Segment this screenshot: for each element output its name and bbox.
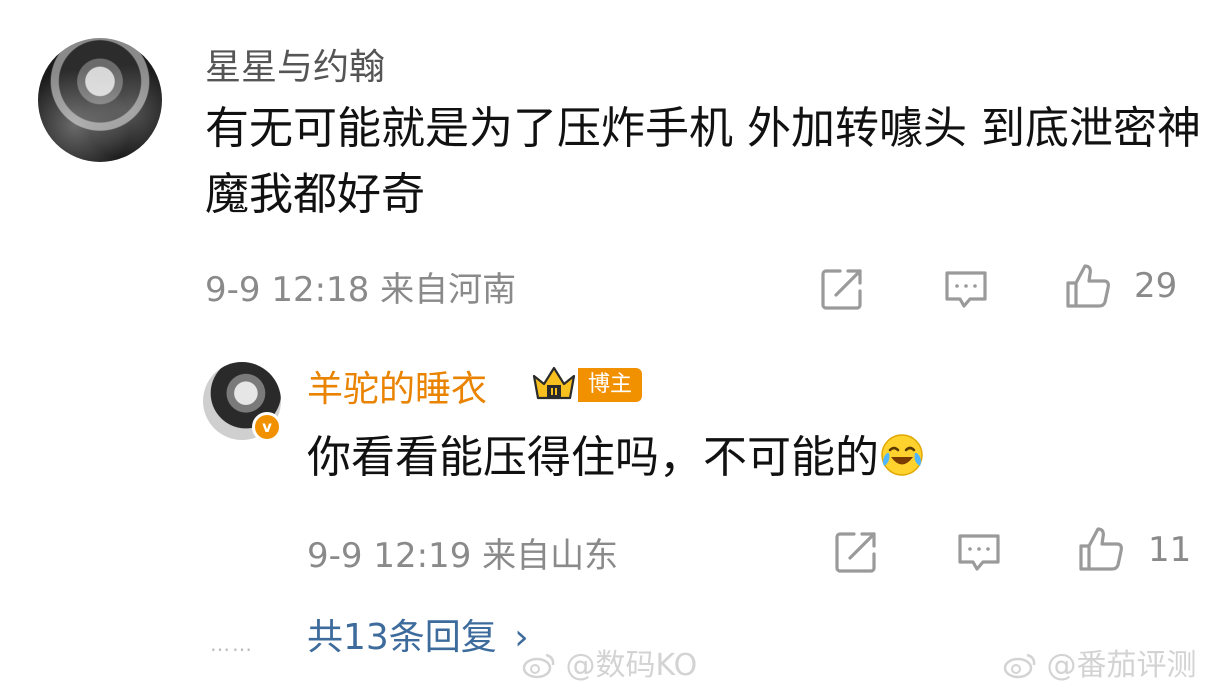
share-icon — [821, 269, 862, 310]
weibo-logo-icon — [522, 653, 555, 679]
reply-text: 你看看能压得住吗，不可能的 — [307, 428, 925, 488]
comment-time-location: 9-9 12:18 来自河南 — [205, 270, 517, 310]
reply-like-count: 11 — [1148, 530, 1192, 570]
share-icon — [835, 532, 876, 573]
thumbs-up-icon — [1066, 264, 1110, 308]
watermark-1: @数码KO — [522, 640, 697, 684]
reply-comment-button[interactable] — [955, 528, 1003, 580]
share-button[interactable] — [818, 265, 866, 317]
laughing-crying-emoji-icon — [881, 434, 923, 476]
view-all-replies-link[interactable]: 共13条回复 › — [307, 608, 529, 660]
watermark-2: @番茄评测 — [1003, 640, 1197, 684]
blogger-badge: 博主 — [578, 368, 643, 402]
like-count: 29 — [1134, 266, 1178, 306]
verified-badge-icon: v — [252, 412, 282, 442]
commenter-avatar[interactable] — [38, 38, 162, 162]
ellipsis-dots: …… — [210, 632, 254, 656]
comment-icon — [945, 271, 987, 308]
weibo-logo-icon — [1003, 653, 1036, 679]
thumbs-up-icon — [1079, 527, 1123, 571]
watermark-2-text: @番茄评测 — [1046, 648, 1197, 683]
watermark-1-text: @数码KO — [565, 648, 698, 683]
commenter-username[interactable]: 星星与约翰 — [205, 38, 385, 90]
reply-text-body: 你看看能压得住吗，不可能的 — [307, 432, 879, 483]
reply-time-location: 9-9 12:19 来自山东 — [307, 536, 619, 576]
reply-button[interactable] — [942, 265, 990, 317]
comment-icon — [958, 534, 1000, 571]
crown-icon — [532, 366, 576, 400]
like-button[interactable] — [1064, 262, 1112, 314]
view-all-replies-label: 共13条回复 — [307, 617, 497, 658]
reply-username[interactable]: 羊驼的睡衣 — [307, 360, 487, 412]
reply-like-button[interactable] — [1077, 525, 1125, 577]
reply-share-button[interactable] — [832, 528, 880, 580]
comment-text: 有无可能就是为了压炸手机 外加转噱头 到底泄密神魔我都好奇 — [205, 103, 1201, 220]
